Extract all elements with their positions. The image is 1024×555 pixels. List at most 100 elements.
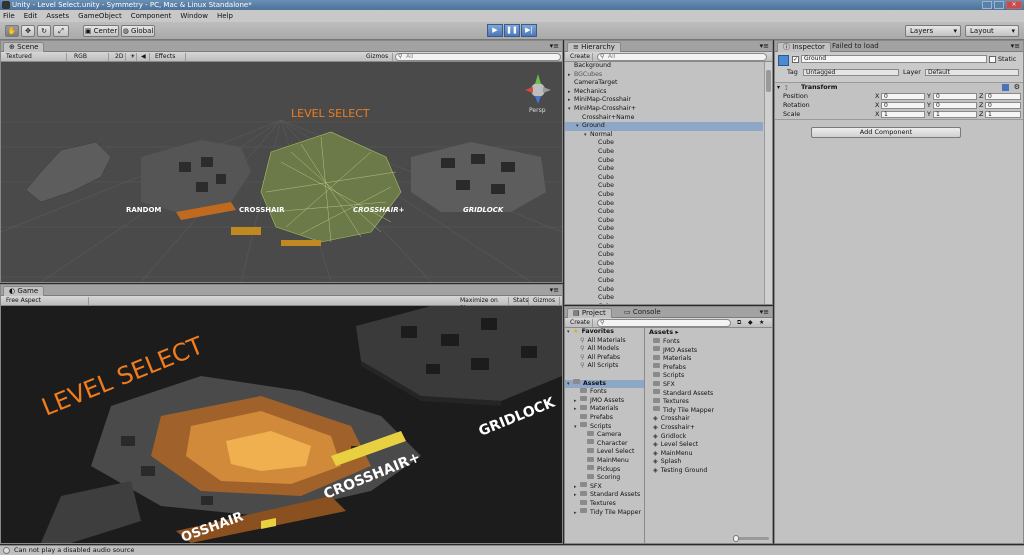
project-tree-item[interactable]: MainMenu [565, 456, 644, 466]
game-viewport[interactable]: LEVEL SELECT GRIDLOCK CROSSHAIR+ OSSHAIR [1, 306, 562, 543]
panel-menu-icon[interactable]: ▾≡ [1011, 42, 1020, 50]
position-y-field[interactable]: 0 [933, 93, 977, 100]
layer-dropdown[interactable]: Default [925, 69, 1019, 76]
tab-scene[interactable]: ⊕ Scene [3, 42, 45, 52]
scene-search-input[interactable]: All [395, 53, 561, 61]
hierarchy-item[interactable]: Cube [565, 208, 763, 217]
project-tree-item[interactable]: ▸ JMO Assets [565, 396, 644, 406]
menu-gameobject[interactable]: GameObject [78, 12, 122, 20]
hierarchy-item[interactable]: Cube [565, 174, 763, 183]
hierarchy-item[interactable]: Cube [565, 157, 763, 166]
lighting-toggle[interactable]: ☀ [127, 53, 137, 61]
play-button[interactable]: ▶ [487, 24, 503, 37]
hierarchy-search-input[interactable]: All [597, 53, 767, 61]
pivot-global-button[interactable]: ◍ Global [121, 25, 155, 37]
orientation-gizmo[interactable] [525, 74, 551, 104]
hierarchy-item[interactable]: Cube [565, 148, 763, 157]
scale-x-field[interactable]: 1 [881, 111, 925, 118]
menu-component[interactable]: Component [131, 12, 172, 20]
active-checkbox[interactable]: ✓ [792, 56, 799, 63]
asset-item[interactable]: JMO Assets [647, 346, 772, 356]
hierarchy-item[interactable]: ▾ Ground [565, 122, 763, 131]
effects-dropdown[interactable]: Effects [152, 53, 186, 61]
rotation-y-field[interactable]: 0 [933, 102, 977, 109]
tab-project[interactable]: ▤ Project [567, 308, 612, 318]
scale-z-field[interactable]: 1 [985, 111, 1021, 118]
project-tree-item[interactable]: Camera [565, 430, 644, 440]
static-checkbox[interactable] [989, 56, 996, 63]
project-tree-item[interactable]: ▾ ★ Favorites [565, 328, 644, 337]
tab-hierarchy[interactable]: ≡ Hierarchy [567, 42, 621, 52]
asset-item[interactable]: ◈ Testing Ground [647, 467, 772, 476]
hierarchy-scrollbar[interactable] [764, 62, 772, 304]
asset-item[interactable]: Scripts [647, 371, 772, 381]
hierarchy-item[interactable]: Cube [565, 200, 763, 209]
fold-arrow-icon[interactable]: ▾ [777, 84, 780, 91]
scale-tool-button[interactable]: ⤢ [53, 25, 69, 37]
hierarchy-item[interactable]: Cube [565, 243, 763, 252]
tab-inspector[interactable]: ⓘ Inspector [777, 42, 831, 52]
panel-menu-icon[interactable]: ▾≡ [760, 308, 769, 316]
tab-console[interactable]: ▭ Console [619, 308, 666, 318]
position-z-field[interactable]: 0 [985, 93, 1021, 100]
hierarchy-item[interactable]: Cube [565, 191, 763, 200]
scene-viewport[interactable]: LEVEL SELECT RANDOM CROSSHAIR CROSSHAIR+… [1, 62, 562, 282]
rotate-tool-button[interactable]: ↻ [37, 25, 51, 37]
hierarchy-item[interactable]: ▸ MiniMap-Crosshair [565, 96, 763, 105]
hand-tool-button[interactable]: ✋ [5, 25, 19, 37]
add-component-button[interactable]: Add Component [811, 127, 961, 138]
hierarchy-item[interactable]: ▾ MiniMap-Crosshair+ [565, 105, 763, 114]
hierarchy-item[interactable]: Cube [565, 251, 763, 260]
hierarchy-item[interactable]: Crosshair+Name [565, 114, 763, 123]
project-create-dropdown[interactable]: Create [567, 319, 593, 327]
object-name-field[interactable]: Ground [801, 55, 987, 63]
project-search-input[interactable] [597, 319, 731, 327]
game-gizmos-dropdown[interactable]: Gizmos [530, 297, 560, 305]
asset-item[interactable]: ◈ Crosshair [647, 415, 772, 424]
project-tree-item[interactable]: ▸ SFX [565, 482, 644, 492]
project-tree-item[interactable]: ▸ Materials [565, 404, 644, 414]
project-tree-item[interactable]: Scoring [565, 473, 644, 483]
menu-file[interactable]: File [3, 12, 15, 20]
hierarchy-item[interactable]: Cube [565, 268, 763, 277]
help-book-icon[interactable] [1002, 84, 1009, 91]
hierarchy-item[interactable]: Cube [565, 139, 763, 148]
gizmos-dropdown[interactable]: Gizmos [363, 53, 393, 61]
hierarchy-item[interactable]: Cube [565, 217, 763, 226]
favorite-star-icon[interactable]: ★ [756, 319, 766, 327]
panel-menu-icon[interactable]: ▾≡ [550, 286, 559, 294]
layout-dropdown[interactable]: Layout ▾ [965, 25, 1019, 37]
asset-item[interactable]: ◈ Level Select [647, 441, 772, 450]
hierarchy-create-dropdown[interactable]: Create [567, 53, 593, 61]
project-tree-item[interactable]: ▾ Scripts [565, 422, 644, 432]
menu-help[interactable]: Help [217, 12, 233, 20]
scale-y-field[interactable]: 1 [933, 111, 977, 118]
hierarchy-item[interactable]: CameraTarget [565, 79, 763, 88]
hierarchy-item[interactable]: ▸ Mechanics [565, 88, 763, 97]
hierarchy-item[interactable]: Background [565, 62, 763, 71]
project-tree-item[interactable]: ⚲ All Prefabs [565, 354, 644, 363]
hierarchy-item[interactable]: Cube [565, 277, 763, 286]
hierarchy-item[interactable]: ▾ Normal [565, 131, 763, 140]
maximize-on-play-toggle[interactable]: Maximize on Play [457, 297, 509, 312]
icon-size-slider[interactable] [733, 535, 769, 542]
hierarchy-item[interactable]: ▸ BGCubes [565, 71, 763, 80]
asset-item[interactable]: Fonts [647, 338, 772, 347]
project-tree-item[interactable]: ▸ Tidy Tile Mapper [565, 508, 644, 518]
layers-dropdown[interactable]: Layers ▾ [905, 25, 961, 37]
menu-window[interactable]: Window [180, 12, 208, 20]
tag-dropdown[interactable]: Untagged [803, 69, 899, 76]
asset-item[interactable]: Standard Assets [647, 389, 772, 399]
hierarchy-item[interactable]: Cube [565, 165, 763, 174]
asset-item[interactable]: Prefabs [647, 363, 772, 373]
asset-item[interactable]: ◈ Gridlock [647, 433, 772, 442]
menu-assets[interactable]: Assets [46, 12, 69, 20]
project-tree-item[interactable]: ⚲ All Models [565, 345, 644, 354]
rotation-z-field[interactable]: 0 [985, 102, 1021, 109]
audio-toggle[interactable]: ◀ [138, 53, 150, 61]
close-button[interactable]: × [1006, 1, 1022, 9]
project-tree-item[interactable]: Fonts [565, 387, 644, 397]
render-mode-dropdown[interactable]: RGB [71, 53, 109, 61]
stats-toggle[interactable]: Stats [510, 297, 529, 305]
component-gear-icon[interactable]: ⚙ [1014, 83, 1020, 91]
